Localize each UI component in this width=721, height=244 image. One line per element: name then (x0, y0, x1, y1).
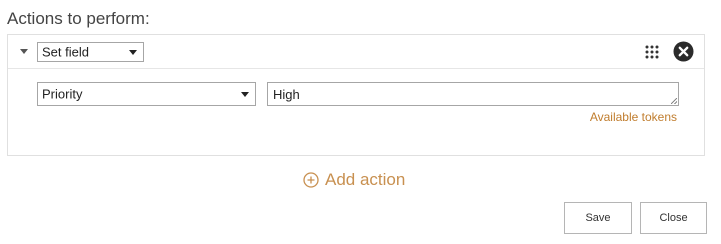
close-button[interactable]: Close (640, 202, 707, 234)
available-tokens-link[interactable]: Available tokens (590, 110, 677, 124)
save-button[interactable]: Save (564, 202, 632, 234)
dropdown-arrow-icon (129, 50, 137, 55)
caret-down-icon[interactable] (20, 49, 28, 54)
action-panel: Set field Priority High Available tokens (7, 34, 705, 156)
field-value-text: High (273, 87, 300, 102)
section-heading: Actions to perform: (7, 9, 150, 28)
action-type-select[interactable]: Set field (37, 42, 144, 62)
field-value-textarea[interactable]: High (267, 82, 679, 106)
drag-grid-icon[interactable] (644, 44, 660, 60)
plus-circle-icon (303, 172, 319, 188)
resize-grip-icon[interactable] (671, 98, 677, 104)
action-type-value: Set field (42, 44, 89, 60)
action-panel-header: Set field (8, 35, 704, 69)
add-action-label: Add action (325, 170, 406, 189)
close-circle-icon[interactable] (673, 41, 694, 62)
dropdown-arrow-icon (241, 92, 249, 97)
field-select[interactable]: Priority (37, 82, 256, 106)
field-select-value: Priority (42, 86, 83, 102)
